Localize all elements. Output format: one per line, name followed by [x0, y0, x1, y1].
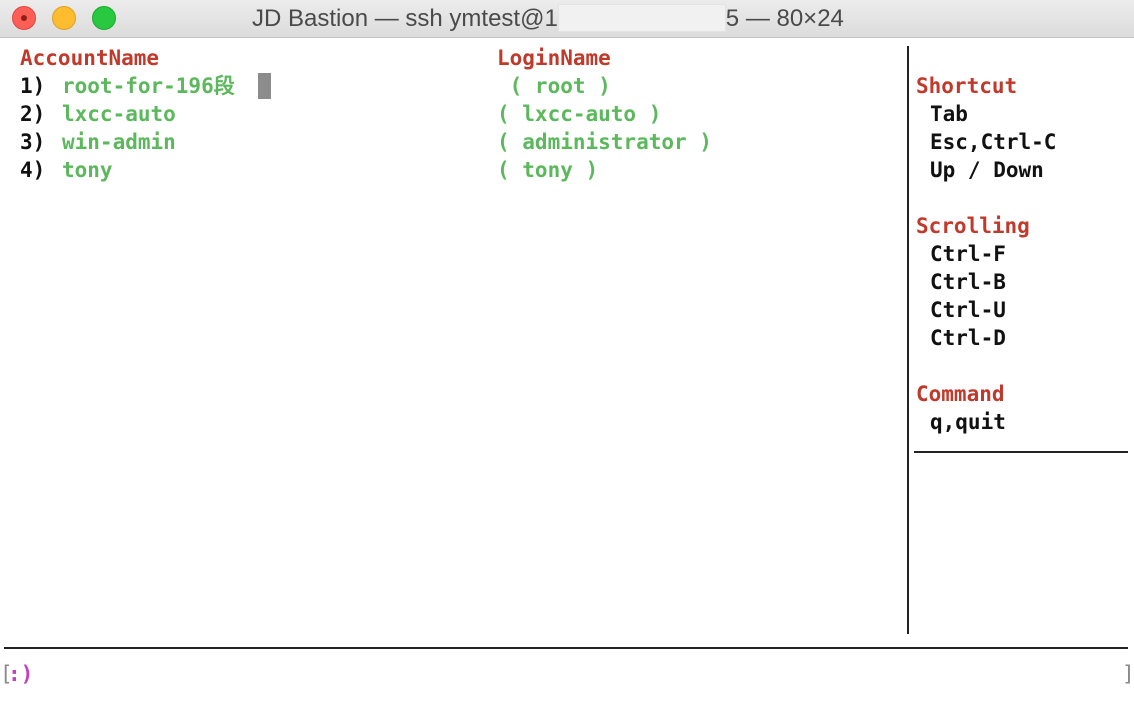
scrolling-title: Scrolling: [916, 214, 1030, 238]
window-title-prefix: JD Bastion — ssh ymtest@1: [252, 5, 558, 32]
login-item-lxcc-auto: ( lxcc-auto ): [497, 102, 662, 126]
close-window-button[interactable]: [12, 6, 36, 30]
command-item: q,quit: [930, 410, 1006, 434]
window-title-tail: 5 — 80×24: [725, 5, 844, 32]
help-panel-bottom-rule: [914, 451, 1128, 453]
account-item-win-admin[interactable]: win-admin: [62, 128, 176, 156]
scrolling-item: Ctrl-D: [930, 326, 1006, 350]
scrolling-item: Ctrl-U: [930, 298, 1006, 322]
prompt-right-bracket: ]: [1122, 662, 1134, 686]
prompt-separator: [4, 647, 1128, 649]
row-index: 4): [20, 158, 46, 182]
help-panel-divider: [907, 46, 909, 634]
close-dot-icon: [21, 15, 27, 21]
login-item-tony: ( tony ): [497, 158, 599, 182]
row-index: 2): [20, 102, 46, 126]
scrolling-item: Ctrl-B: [930, 270, 1006, 294]
row-index: 3): [20, 130, 46, 154]
window-titlebar: JD Bastion — ssh ymtest@1 5 — 80×24: [0, 0, 1134, 38]
shortcut-item: Up / Down: [930, 158, 1044, 182]
shortcut-item: Esc,Ctrl-C: [930, 130, 1057, 154]
scrolling-item: Ctrl-F: [930, 242, 1006, 266]
shortcut-item: Tab: [930, 102, 968, 126]
login-item-root: ( root ): [497, 74, 611, 98]
command-title: Command: [916, 382, 1005, 406]
zoom-window-button[interactable]: [92, 6, 116, 30]
login-item-administrator: ( administrator ): [497, 130, 712, 154]
redacted-host-block: [557, 3, 726, 32]
account-item-root[interactable]: root-for-196段: [62, 72, 235, 100]
account-item-lxcc-auto[interactable]: lxcc-auto: [62, 100, 176, 128]
account-item-tony[interactable]: tony: [62, 156, 113, 184]
minimize-window-button[interactable]: [52, 6, 76, 30]
terminal-cursor: [258, 73, 271, 99]
shortcut-title: Shortcut: [916, 74, 1018, 98]
account-name-header: AccountName: [20, 46, 160, 70]
row-index: 1): [20, 74, 46, 98]
prompt-input[interactable]: :): [8, 660, 33, 688]
login-name-header: LoginName: [497, 46, 611, 70]
window-title: JD Bastion — ssh ymtest@1 5 — 80×24: [252, 3, 844, 34]
